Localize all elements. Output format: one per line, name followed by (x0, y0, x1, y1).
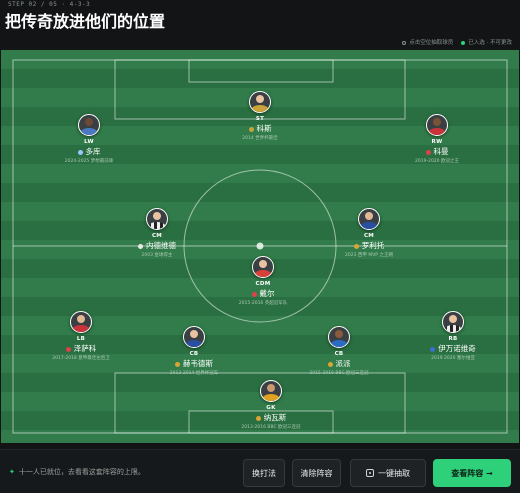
club-badge-icon (138, 243, 143, 249)
player-card-cm-right[interactable]: CM 罗利托 2023 西甲 MVP 之王朝 (309, 208, 429, 258)
legend-pick: 点击空位抽取球员 (402, 38, 453, 46)
club-badge-icon (255, 415, 261, 421)
dice-icon (366, 469, 374, 477)
action-bar: ✦ 十一人已就位，去看看这套阵容的上限。 换打法 清除阵容 一键抽取 查看阵容 → (0, 449, 520, 493)
position-label: CB (334, 351, 344, 357)
player-name: 多库 (29, 146, 149, 157)
player-name: 泽萨科 (21, 343, 141, 354)
player-season: 2017-2018 意甲最佳左后卫 (52, 356, 110, 361)
selected-dot-icon (461, 40, 466, 45)
player-avatar (183, 326, 205, 348)
player-season: 2013-2016 BBC 欧冠三连冠 (241, 425, 301, 430)
player-season: 2014 世界杯最佳 (242, 136, 278, 141)
player-card-cb-left[interactable]: CB 赫韦德斯 2013-2014 世界杯冠军 (134, 326, 254, 376)
player-avatar (146, 208, 168, 230)
player-season: 2024-2025 梦想最前锋 (64, 159, 114, 164)
player-season: 2003 金球得主 (141, 253, 173, 258)
player-name: 派派 (279, 358, 399, 369)
player-name: 赫韦德斯 (134, 358, 254, 369)
player-avatar (252, 256, 274, 278)
club-badge-icon (430, 346, 436, 352)
player-avatar (426, 114, 448, 136)
player-card-cb-right[interactable]: CB 派派 2015-2016 BBC 欧冠三连冠 (279, 326, 399, 376)
position-label: CB (189, 351, 199, 357)
position-label: GK (266, 405, 276, 411)
position-label: LB (76, 336, 86, 342)
club-badge-icon (77, 149, 83, 155)
club-badge-icon (353, 243, 359, 249)
player-season: 2019 2020 塞尔维亚 (431, 356, 475, 361)
player-card-cdm[interactable]: CDM 戴尔 2015-2016 英超冠军队 (203, 256, 323, 306)
football-pitch: ST 科斯 2014 世界杯最佳 LW 多库 2024-2025 梦想最前锋 R… (1, 50, 519, 443)
player-season: 2013-2014 世界杯冠军 (169, 371, 219, 376)
player-avatar (442, 311, 464, 333)
club-badge-icon (175, 361, 180, 367)
player-season: 2019-2020 欧冠之王 (415, 159, 459, 164)
player-avatar (328, 326, 350, 348)
club-badge-icon (65, 346, 71, 352)
position-label: RW (431, 139, 443, 145)
player-name: 科曼 (377, 146, 497, 157)
empty-slot-dot-icon (402, 40, 407, 45)
change-tactic-button[interactable]: 换打法 (243, 459, 285, 487)
auto-draw-button[interactable]: 一键抽取 (350, 459, 426, 487)
player-card-gk[interactable]: GK 纳瓦斯 2013-2016 BBC 欧冠三连冠 (211, 380, 331, 430)
player-card-cm-left[interactable]: CM 内德维德 2003 金球得主 (97, 208, 217, 258)
player-name: 伊万诺维奇 (393, 343, 513, 354)
player-card-lb[interactable]: LB 泽萨科 2017-2018 意甲最佳左后卫 (21, 311, 141, 361)
player-avatar (358, 208, 380, 230)
player-avatar (78, 114, 100, 136)
player-avatar (260, 380, 282, 402)
position-label: LW (84, 139, 94, 145)
player-name: 科斯 (200, 123, 320, 134)
view-lineup-button[interactable]: 查看阵容 → (433, 459, 511, 487)
position-label: ST (255, 116, 265, 122)
status-hint: ✦ 十一人已就位，去看看这套阵容的上限。 (9, 468, 145, 476)
player-card-rw[interactable]: RW 科曼 2019-2020 欧冠之王 (377, 114, 497, 164)
position-label: CM (151, 233, 163, 239)
player-name: 纳瓦斯 (211, 412, 331, 423)
player-season: 2023 西甲 MVP 之王朝 (345, 253, 393, 258)
player-name: 内德维德 (97, 240, 217, 251)
player-name: 戴尔 (203, 288, 323, 299)
club-badge-icon (248, 126, 254, 132)
position-label: CDM (255, 281, 271, 287)
club-badge-icon (251, 291, 257, 297)
player-name: 罗利托 (309, 240, 429, 251)
legend: 点击空位抽取球员 已入选 · 不可更改 (402, 38, 512, 46)
player-season: 2015-2016 BBC 欧冠三连冠 (309, 371, 369, 376)
clear-lineup-button[interactable]: 清除阵容 (292, 459, 341, 487)
position-label: RB (448, 336, 458, 342)
player-avatar (249, 91, 271, 113)
legend-done: 已入选 · 不可更改 (461, 38, 512, 46)
club-badge-icon (327, 361, 333, 367)
player-avatar (70, 311, 92, 333)
sparkle-icon: ✦ (9, 468, 15, 476)
player-season: 2015-2016 英超冠军队 (238, 301, 288, 306)
position-label: CM (363, 233, 375, 239)
page-title: 把传奇放进他们的位置 (5, 12, 166, 31)
club-badge-icon (425, 149, 431, 155)
player-card-rb[interactable]: RB 伊万诺维奇 2019 2020 塞尔维亚 (393, 311, 513, 361)
player-card-st[interactable]: ST 科斯 2014 世界杯最佳 (200, 91, 320, 141)
step-indicator: STEP 02 / 05 · 4-3-3 (8, 1, 91, 8)
player-card-lw[interactable]: LW 多库 2024-2025 梦想最前锋 (29, 114, 149, 164)
